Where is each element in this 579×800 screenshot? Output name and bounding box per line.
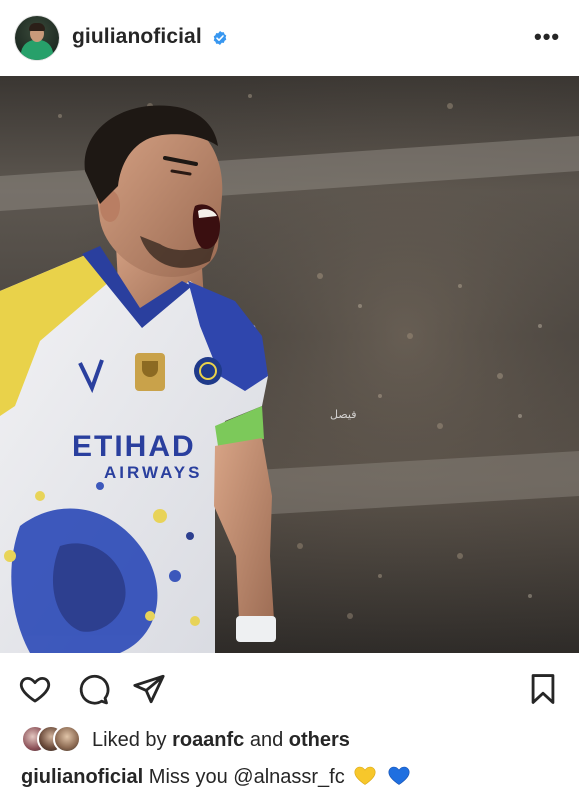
- caption-mention[interactable]: @alnassr_fc: [233, 766, 344, 788]
- likes-prefix: Liked by: [92, 729, 173, 751]
- photo-watermark: فيصل: [330, 408, 356, 421]
- likes-text: Liked by roaanfc and others: [92, 729, 350, 752]
- photo-illustration: ETIHAD AIRWAYS فيصل: [0, 76, 579, 653]
- share-icon[interactable]: [132, 672, 166, 706]
- post-header: giulianoficial •••: [0, 0, 579, 76]
- more-options-icon[interactable]: •••: [534, 26, 560, 48]
- comment-icon[interactable]: [76, 672, 110, 706]
- likes-others[interactable]: others: [289, 729, 350, 751]
- sponsor-text-top: ETIHAD: [72, 430, 196, 463]
- liker-username[interactable]: roaanfc: [172, 729, 244, 751]
- likes-row[interactable]: Liked by roaanfc and others: [0, 722, 579, 756]
- liker-avatar: [53, 725, 81, 753]
- likes-middle: and: [244, 729, 289, 751]
- yellow-heart-icon: [354, 766, 376, 785]
- bookmark-icon[interactable]: [526, 672, 560, 706]
- verified-badge-icon: [213, 31, 227, 45]
- sponsor-text-bottom: AIRWAYS: [104, 463, 202, 482]
- post-caption: giulianoficial Miss you @alnassr_fc: [21, 763, 412, 789]
- avatar[interactable]: [15, 16, 59, 60]
- blue-heart-icon: [388, 766, 410, 785]
- caption-username[interactable]: giulianoficial: [21, 766, 143, 788]
- post-username[interactable]: giulianoficial: [72, 25, 202, 49]
- heart-icon[interactable]: [18, 672, 52, 706]
- caption-text: Miss you: [143, 766, 234, 788]
- post-photo[interactable]: ETIHAD AIRWAYS فيصل: [0, 76, 579, 653]
- action-bar: [0, 660, 579, 716]
